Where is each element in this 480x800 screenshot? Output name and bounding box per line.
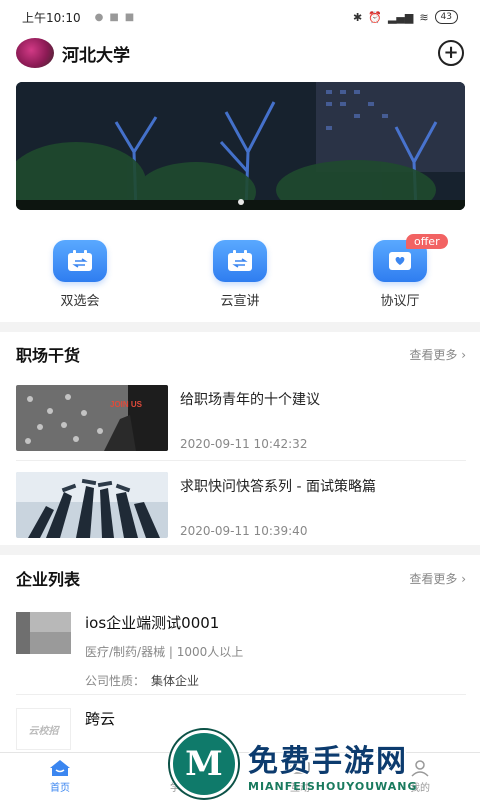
company-logo (16, 612, 71, 654)
view-more-label: 查看更多 (409, 347, 458, 362)
article-thumbnail: JOIN US (16, 385, 168, 451)
signal-icon: ▂▄▆ (387, 10, 414, 24)
company-nature-label: 公司性质： (85, 674, 146, 688)
quick-entry-label: 协议厅 (380, 294, 420, 309)
quick-entry-cloud-talk[interactable]: 云宣讲 (160, 240, 320, 310)
thumb-join-us-text: JOIN US (110, 400, 143, 409)
divider (16, 460, 466, 461)
watermark-text-en: MIANFEISHOUYOUWANG (248, 779, 418, 793)
watermark-text-cn: 免费手游网 (248, 743, 408, 779)
site-watermark: M 免费手游网 MIANFEISHOUYOUWANG (170, 728, 480, 800)
article-item[interactable]: JOIN US 给职场青年的十个建议 2020-09-11 10:42:32 (16, 385, 466, 451)
alarm-icon: ⏰ (368, 10, 382, 24)
school-name[interactable]: 河北大学 (62, 41, 130, 66)
chevron-right-icon: › (461, 347, 466, 362)
article-title: 给职场青年的十个建议 (180, 392, 320, 408)
article-time: 2020-09-11 10:42:32 (180, 437, 308, 451)
status-time: 上午10:10 (22, 10, 81, 25)
quick-entry-label: 双选会 (60, 294, 100, 309)
add-button[interactable]: + (438, 40, 464, 66)
company-nature-value: 集体企业 (151, 674, 200, 688)
company-item[interactable]: ios企业端测试0001 医疗/制药/器械 | 1000人以上 公司性质： 集体企… (16, 612, 466, 689)
divider (16, 694, 466, 695)
tab-label: 首页 (50, 783, 70, 794)
article-item[interactable]: 求职快问快答系列 - 面试策略篇 2020-09-11 10:39:40 (16, 472, 466, 538)
quick-entries: 双选会 云宣讲 offer 协议厅 (0, 234, 480, 310)
section-title: 职场干货 (16, 346, 81, 365)
article-time: 2020-09-11 10:39:40 (180, 524, 308, 538)
company-meta: 医疗/制药/器械 | 1000人以上 (85, 645, 244, 659)
section-divider (0, 322, 480, 332)
section-title: 企业列表 (16, 570, 81, 589)
chevron-right-icon: › (461, 571, 466, 586)
quick-entry-agreement-hall[interactable]: offer 协议厅 (320, 234, 480, 310)
article-title: 求职快问快答系列 - 面试策略篇 (180, 479, 376, 495)
company-section-header: 企业列表 查看更多 › (16, 566, 466, 590)
banner-pagination (237, 199, 244, 205)
notification-dots-icon: ●■■ (94, 11, 141, 23)
banner-dot[interactable] (237, 199, 244, 205)
banner-carousel[interactable] (16, 82, 465, 210)
tab-home[interactable]: 首页 (0, 753, 120, 800)
quick-entry-job-fair[interactable]: 双选会 (0, 240, 160, 310)
view-more-label: 查看更多 (409, 571, 458, 586)
wifi-icon: ≋ (419, 10, 429, 24)
header: 河北大学 + (0, 36, 480, 70)
company-name: 跨云 (85, 710, 116, 728)
status-bar: 上午10:10 ●■■ ✱ ⏰ ▂▄▆ ≋ 43 (0, 0, 480, 34)
quick-entry-label: 云宣讲 (220, 294, 260, 309)
view-more-link[interactable]: 查看更多 › (409, 570, 466, 587)
company-logo: 云校招 (16, 708, 71, 750)
watermark-logo: M (170, 730, 238, 798)
plus-icon: + (443, 42, 459, 63)
company-logo-text: 云校招 (28, 725, 59, 737)
career-section-header: 职场干货 查看更多 › (16, 342, 466, 366)
battery-icon: 43 (434, 10, 458, 24)
calendar-exchange-icon (213, 240, 267, 282)
banner-image (16, 82, 465, 210)
company-nature: 公司性质： 集体企业 (85, 672, 243, 689)
article-thumbnail (16, 472, 168, 538)
view-more-link[interactable]: 查看更多 › (409, 346, 466, 363)
school-avatar[interactable] (16, 38, 54, 68)
offer-badge: offer (406, 234, 448, 249)
calendar-exchange-icon (53, 240, 107, 282)
bluetooth-icon: ✱ (353, 10, 363, 24)
section-divider (0, 545, 480, 555)
home-icon (50, 760, 70, 776)
company-name: ios企业端测试0001 (85, 614, 220, 632)
